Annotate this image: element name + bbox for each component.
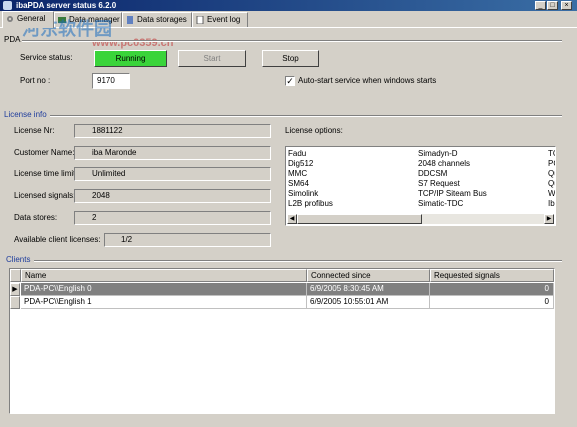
licensed-signals-field: 2048 (74, 189, 271, 203)
window-border (569, 28, 577, 427)
row-header (10, 296, 20, 309)
watermark-url: www.pc0359.cn (92, 37, 174, 49)
close-button[interactable]: × (561, 1, 572, 10)
client-connected-cell: 6/9/2005 8:30:45 AM (307, 283, 430, 296)
horizontal-scrollbar[interactable]: ◀ ▶ (287, 214, 554, 224)
minimize-button[interactable]: _ (535, 1, 546, 10)
clients-group-line (34, 260, 562, 262)
table-row[interactable]: ▶ PDA-PC\\English 0 6/9/2005 8:30:45 AM … (10, 283, 554, 296)
maximize-button[interactable]: □ (547, 1, 558, 10)
column-header-connected[interactable]: Connected since (307, 269, 430, 282)
license-options-list[interactable]: Fadu Dig512 MMC SM64 Simolink L2B profib… (285, 146, 556, 226)
scroll-thumb[interactable] (297, 214, 422, 224)
service-status-indicator: Running (94, 50, 167, 67)
row-selected-icon: ▶ (10, 283, 20, 296)
client-name-cell: PDA-PC\\English 0 (21, 283, 307, 296)
data-storage-icon (127, 16, 133, 24)
autostart-checkbox[interactable]: ✓ (285, 76, 295, 86)
column-header-name[interactable]: Name (21, 269, 307, 282)
client-connected-cell: 6/9/2005 10:55:01 AM (307, 296, 430, 309)
tab-data-storages-label: Data storages (137, 15, 187, 24)
gear-icon (7, 16, 13, 22)
port-label: Port no : (20, 76, 51, 85)
scroll-right-icon[interactable]: ▶ (544, 214, 554, 224)
time-limit-label: License time limit: (14, 169, 78, 178)
table-corner (10, 269, 21, 282)
tab-event-log[interactable]: Event log (192, 12, 248, 27)
scroll-left-icon[interactable]: ◀ (287, 214, 297, 224)
license-nr-field: 1881122 (74, 124, 271, 138)
app-icon (3, 1, 12, 10)
list-item: L2B profibus (288, 199, 333, 208)
licensed-signals-label: Licensed signals: (14, 191, 76, 200)
table-row[interactable]: PDA-PC\\English 1 6/9/2005 10:55:01 AM 0 (10, 296, 554, 309)
service-group-label: PDA (4, 35, 21, 44)
column-header-signals[interactable]: Requested signals (430, 269, 554, 282)
title-bar: ibaPDA server status 6.2.0 _ □ × (0, 0, 577, 11)
client-name-cell: PDA-PC\\English 1 (21, 296, 307, 309)
customer-name-label: Customer Name: (14, 148, 75, 157)
list-item: Ib (548, 199, 555, 208)
data-stores-label: Data stores: (14, 213, 58, 222)
client-signals-cell: 0 (430, 296, 554, 309)
tab-general[interactable]: General (2, 11, 54, 28)
port-input[interactable]: 9170 (92, 73, 130, 89)
clients-table[interactable]: Name Connected since Requested signals ▶… (9, 268, 555, 414)
list-item: Simatic-TDC (418, 199, 464, 208)
check-mark-icon: ✓ (286, 76, 294, 86)
license-group-line (50, 115, 562, 117)
start-button[interactable]: Start (178, 50, 246, 67)
stop-button[interactable]: Stop (262, 50, 319, 67)
time-limit-field: Unlimited (74, 167, 271, 181)
license-options-label: License options: (285, 126, 343, 135)
data-stores-field: 2 (74, 211, 271, 225)
license-nr-label: License Nr: (14, 126, 55, 135)
license-group-label: License info (4, 110, 47, 119)
clients-group-label: Clients (6, 255, 31, 264)
tab-general-label: General (17, 14, 46, 23)
client-licenses-field: 1/2 (104, 233, 271, 247)
service-group-line (22, 40, 562, 42)
event-log-icon (196, 16, 204, 24)
window-title: ibaPDA server status 6.2.0 (16, 1, 117, 10)
customer-name-field: iba Maronde (74, 146, 271, 160)
autostart-label: Auto-start service when windows starts (298, 76, 437, 85)
tab-data-storages[interactable]: Data storages (122, 12, 192, 27)
client-signals-cell: 0 (430, 283, 554, 296)
client-licenses-label: Available client licenses: (14, 235, 101, 244)
service-status-label: Service status: (20, 53, 73, 62)
tab-event-log-label: Event log (207, 15, 241, 24)
